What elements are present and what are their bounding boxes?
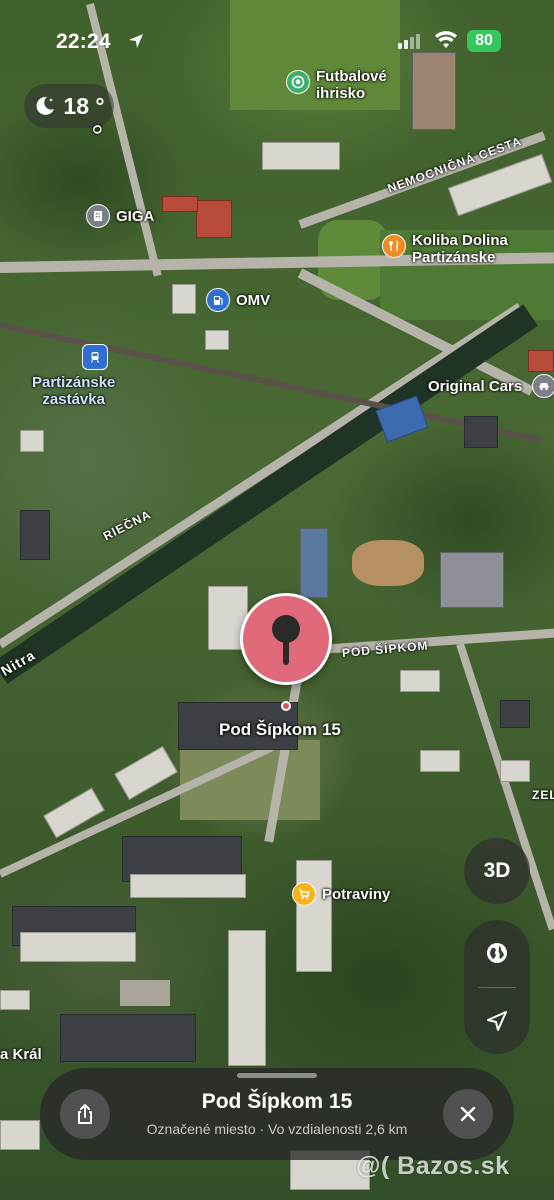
building — [172, 284, 196, 314]
poi-label-koliba[interactable]: Koliba Dolina Partizánske — [412, 232, 508, 266]
sheet-grabber[interactable] — [237, 1073, 317, 1078]
sheet-subtitle: Označené miesto · Vo vzdialenosti 2,6 km — [146, 1121, 408, 1137]
street-label-zel: ZEL — [532, 788, 554, 802]
building — [440, 552, 504, 608]
poi-label-omv[interactable]: OMV — [236, 292, 270, 309]
building — [500, 700, 530, 728]
building — [420, 750, 460, 772]
building — [296, 860, 332, 972]
moon-stars-icon — [36, 96, 55, 115]
sheet-title: Pod Šípkom 15 — [201, 1090, 353, 1113]
watermark: @( Bazos.sk — [356, 1152, 510, 1180]
dropped-pin[interactable] — [240, 593, 332, 685]
wifi-icon — [435, 31, 457, 48]
building — [130, 874, 246, 898]
pin-icon — [272, 615, 300, 665]
car-icon[interactable] — [532, 374, 554, 398]
share-icon — [78, 1104, 92, 1124]
cellular-signal-icon — [398, 34, 420, 49]
temperature: 18 ° — [63, 92, 105, 119]
3d-toggle-button[interactable]: 3D — [464, 838, 530, 904]
current-location-button[interactable] — [464, 988, 530, 1054]
status-time: 22:24 — [56, 30, 111, 53]
location-services-icon — [129, 34, 143, 48]
share-button[interactable] — [60, 1089, 110, 1139]
pin-label[interactable]: Pod Šípkom 15 — [219, 720, 341, 740]
location-arrow-icon — [487, 1011, 507, 1031]
building — [262, 142, 340, 170]
building — [500, 760, 530, 782]
cart-icon[interactable] — [292, 882, 316, 906]
building — [60, 1014, 196, 1062]
building — [20, 430, 44, 452]
building-icon[interactable] — [86, 204, 110, 228]
building — [0, 990, 30, 1010]
pin-location-dot — [281, 701, 291, 711]
fuel-icon[interactable] — [206, 288, 230, 312]
building — [162, 196, 198, 212]
building — [400, 670, 440, 692]
sand-pile — [352, 540, 424, 586]
close-icon — [460, 1106, 476, 1122]
poi-label-kral[interactable]: a Král — [0, 1046, 42, 1063]
building — [0, 1120, 40, 1150]
parking-lot — [120, 980, 170, 1006]
building — [228, 930, 266, 1066]
building — [528, 350, 554, 372]
map-mode-button[interactable] — [464, 920, 530, 986]
poi-label-futbalove-ihrisko[interactable]: Futbalové ihrisko — [316, 68, 387, 102]
map-controls — [464, 920, 530, 1054]
poi-label-giga[interactable]: GIGA — [116, 208, 154, 225]
battery-indicator: 80 — [467, 30, 501, 52]
building — [20, 510, 50, 560]
weather-pill[interactable]: 18 ° — [24, 84, 114, 128]
globe-icon — [487, 943, 507, 963]
train-icon[interactable] — [82, 344, 108, 370]
poi-label-potraviny[interactable]: Potraviny — [322, 886, 390, 903]
building — [20, 932, 136, 962]
building — [205, 330, 229, 350]
building — [464, 416, 498, 448]
soccer-icon[interactable] — [286, 70, 310, 94]
building — [412, 52, 456, 130]
building — [300, 528, 328, 598]
building — [196, 200, 232, 238]
poi-label-original-cars[interactable]: Original Cars — [428, 378, 522, 395]
close-button[interactable] — [443, 1089, 493, 1139]
fork-knife-icon[interactable] — [382, 234, 406, 258]
poi-label-partizanske-zastavka[interactable]: Partizánske zastávka — [32, 374, 115, 408]
